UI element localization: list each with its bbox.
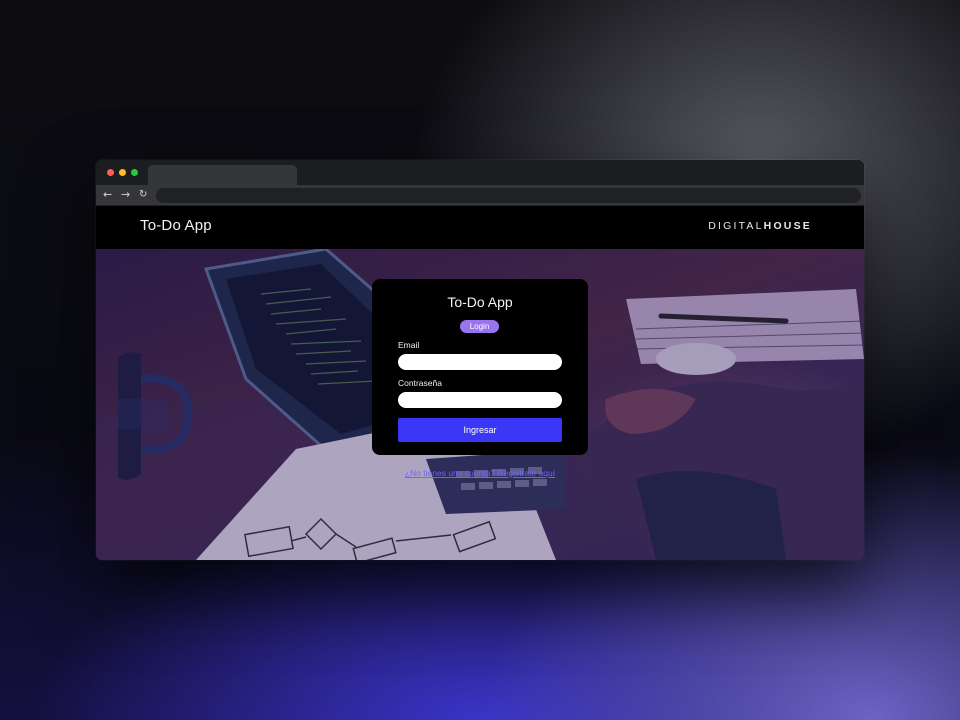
password-label: Contraseña bbox=[398, 378, 442, 388]
reload-icon[interactable]: ↻ bbox=[139, 187, 147, 203]
address-bar[interactable] bbox=[156, 188, 861, 203]
browser-toolbar: ← → ↻ bbox=[96, 185, 864, 206]
logo-text-light: DIGITAL bbox=[708, 220, 764, 232]
close-window-button[interactable] bbox=[107, 169, 114, 176]
logo-text-bold: HOUSE bbox=[763, 220, 812, 232]
email-label: Email bbox=[398, 340, 420, 350]
login-form: To-Do App Login Email Contraseña Ingresa… bbox=[372, 279, 588, 455]
maximize-window-button[interactable] bbox=[131, 169, 138, 176]
minimize-window-button[interactable] bbox=[119, 169, 126, 176]
login-tab[interactable]: Login bbox=[460, 320, 499, 333]
hero-background: To-Do App Login Email Contraseña Ingresa… bbox=[96, 249, 864, 560]
back-arrow-icon[interactable]: ← bbox=[103, 187, 112, 203]
page-content: To-Do App DIGITALHOUSE To-Do App Login E… bbox=[96, 206, 864, 560]
forward-arrow-icon[interactable]: → bbox=[121, 187, 130, 203]
browser-window: ← → ↻ To-Do App DIGITALHOUSE To-Do App L… bbox=[96, 160, 864, 560]
digital-house-logo: DIGITALHOUSE bbox=[708, 220, 812, 232]
submit-button[interactable]: Ingresar bbox=[398, 418, 562, 442]
browser-tab[interactable] bbox=[148, 165, 297, 185]
password-field[interactable] bbox=[398, 392, 562, 408]
email-field[interactable] bbox=[398, 354, 562, 370]
register-link[interactable]: ¿No tienes una cuenta? Registrate aquí bbox=[96, 468, 864, 478]
site-header: To-Do App DIGITALHOUSE bbox=[96, 206, 864, 249]
app-title[interactable]: To-Do App bbox=[140, 217, 212, 234]
form-title: To-Do App bbox=[447, 294, 513, 310]
browser-titlebar bbox=[96, 160, 864, 185]
